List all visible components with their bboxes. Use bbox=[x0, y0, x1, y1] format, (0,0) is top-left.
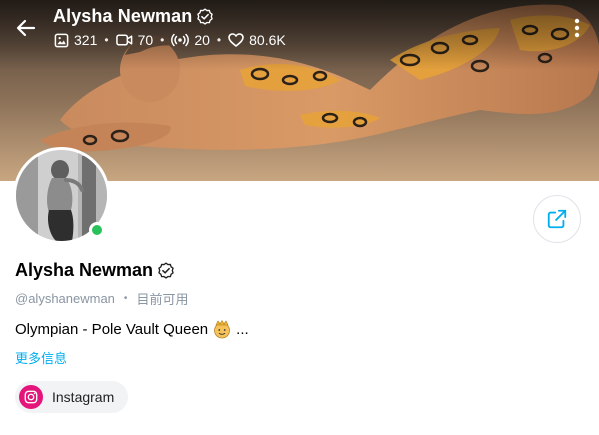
instagram-link[interactable]: Instagram bbox=[15, 381, 129, 413]
handle-separator: • bbox=[123, 293, 128, 304]
verified-icon bbox=[158, 261, 174, 279]
cover-name: Alysha Newman bbox=[53, 6, 193, 26]
profile-bio: Olympian - Pole Vault Queen ... bbox=[15, 319, 249, 339]
more-options-button[interactable] bbox=[563, 12, 591, 44]
handle-row: @alyshanewman • 目前可用 bbox=[15, 289, 188, 308]
bio-ellipsis: ... bbox=[236, 320, 249, 338]
stat-videos-count: 70 bbox=[137, 32, 154, 48]
stat-likes-count: 80.6K bbox=[249, 32, 286, 48]
video-icon bbox=[115, 34, 132, 46]
stat-separator: • bbox=[216, 33, 222, 47]
stream-icon bbox=[171, 33, 190, 47]
cover-stats: 321 • 70 • 20 • 80.6K bbox=[54, 32, 286, 48]
profile-name: Alysha Newman bbox=[15, 260, 154, 280]
verified-icon bbox=[197, 7, 214, 25]
availability-status: 目前可用 bbox=[136, 292, 189, 307]
back-arrow-icon bbox=[16, 19, 36, 37]
share-icon bbox=[547, 209, 567, 229]
online-status-dot bbox=[89, 222, 105, 238]
profile-name-row: Alysha Newman bbox=[15, 260, 175, 281]
stat-separator: • bbox=[160, 33, 165, 47]
profile-handle: @alyshanewman bbox=[15, 291, 115, 306]
back-button[interactable] bbox=[10, 12, 42, 44]
crown-face-emoji-icon bbox=[214, 320, 231, 339]
share-button[interactable] bbox=[533, 195, 581, 243]
stat-likes[interactable]: 80.6K bbox=[228, 32, 286, 48]
cover-image bbox=[0, 0, 599, 181]
stat-photos-count: 321 bbox=[74, 32, 98, 48]
photo-icon bbox=[54, 33, 69, 47]
heart-icon bbox=[228, 33, 244, 47]
stat-streams-count: 20 bbox=[194, 32, 210, 48]
cover-title: Alysha Newman bbox=[53, 6, 214, 27]
more-vertical-icon bbox=[574, 18, 580, 38]
more-info-link[interactable]: 更多信息 bbox=[15, 348, 67, 367]
stat-streams[interactable]: 20 bbox=[171, 32, 210, 48]
stat-videos[interactable]: 70 bbox=[115, 32, 154, 48]
stat-separator: • bbox=[104, 33, 109, 47]
stat-photos[interactable]: 321 bbox=[54, 32, 97, 48]
instagram-label: Instagram bbox=[52, 389, 115, 405]
bio-text: Olympian - Pole Vault Queen bbox=[15, 320, 209, 338]
instagram-icon bbox=[19, 385, 43, 409]
